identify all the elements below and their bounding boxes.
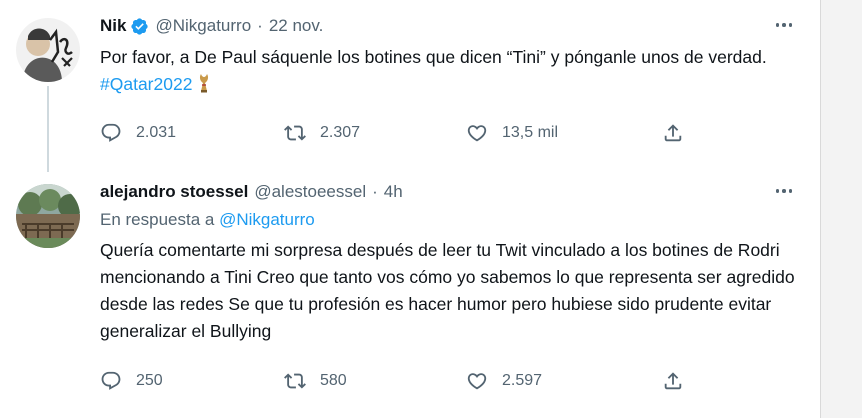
verified-badge-icon: [131, 17, 149, 35]
reply-icon: [101, 123, 121, 142]
retweet-icon: [284, 125, 306, 141]
thread-connector-line: [47, 86, 49, 172]
tweet-body: Nik @Nikgaturro · 22 nov. Por favor, a D…: [100, 14, 796, 98]
like-button[interactable]: 13,5 mil: [466, 122, 558, 144]
like-icon: [467, 373, 487, 390]
share-button[interactable]: [662, 122, 684, 144]
share-button[interactable]: [662, 370, 684, 392]
like-count: 13,5 mil: [502, 124, 559, 141]
retweet-count: 2.307: [320, 124, 361, 141]
tweet-reply[interactable]: alejandro stoessel @alestoeessel · 4h En…: [0, 172, 820, 418]
tweet-text: Quería comentarte mi sorpresa después de…: [100, 240, 795, 341]
retweet-icon: [284, 373, 306, 389]
reply-icon: [101, 371, 121, 390]
reply-context: En respuesta a @Nikgaturro: [100, 208, 796, 232]
like-icon: [467, 125, 487, 142]
more-icon[interactable]: [772, 182, 796, 200]
hashtag-link[interactable]: #Qatar2022: [100, 74, 192, 94]
avatar-nik-image: [16, 18, 80, 82]
avatar-alejandro-image: [16, 184, 80, 248]
retweet-button[interactable]: 580: [284, 370, 347, 392]
tweet-actions: 2.031 2.307 13,5 mil: [100, 122, 690, 144]
tweet-timestamp[interactable]: 4h: [384, 182, 403, 202]
tweet-text-content: Por favor, a De Paul sáquenle los botine…: [100, 47, 767, 67]
reply-button[interactable]: 250: [100, 370, 163, 392]
share-icon: [664, 124, 682, 142]
reply-prefix: En respuesta a: [100, 210, 220, 229]
author-name[interactable]: Nik: [100, 16, 126, 36]
retweet-count: 580: [320, 372, 347, 389]
tweet-header: alejandro stoessel @alestoeessel · 4h: [100, 180, 796, 204]
reply-count: 2.031: [136, 124, 177, 141]
like-count: 2.597: [502, 372, 543, 389]
more-icon[interactable]: [772, 16, 796, 34]
reply-to-link[interactable]: @Nikgaturro: [219, 210, 315, 229]
tweet-original[interactable]: Nik @Nikgaturro · 22 nov. Por favor, a D…: [0, 0, 820, 172]
tweet-actions: 250 580 2.597: [100, 370, 690, 392]
author-handle[interactable]: @Nikgaturro: [155, 16, 251, 36]
tweet-text: Por favor, a De Paul sáquenle los botine…: [100, 44, 796, 98]
header-separator: ·: [257, 16, 263, 35]
tweet-timestamp[interactable]: 22 nov.: [269, 16, 324, 36]
like-button[interactable]: 2.597: [466, 370, 542, 392]
author-name[interactable]: alejandro stoessel: [100, 182, 248, 202]
retweet-button[interactable]: 2.307: [284, 122, 360, 144]
share-icon: [664, 372, 682, 390]
avatar-alejandro[interactable]: [16, 184, 80, 248]
author-handle[interactable]: @alestoeessel: [254, 182, 366, 202]
tweet-header: Nik @Nikgaturro · 22 nov.: [100, 14, 796, 38]
avatar-nik[interactable]: [16, 18, 80, 82]
page-margin: [821, 0, 862, 418]
reply-button[interactable]: 2.031: [100, 122, 176, 144]
tweet-body: alejandro stoessel @alestoeessel · 4h En…: [100, 180, 796, 345]
header-separator: ·: [372, 182, 378, 201]
tweet-thread: Nik @Nikgaturro · 22 nov. Por favor, a D…: [0, 0, 821, 418]
reply-count: 250: [136, 372, 163, 389]
world-cup-trophy-icon: [200, 74, 209, 93]
